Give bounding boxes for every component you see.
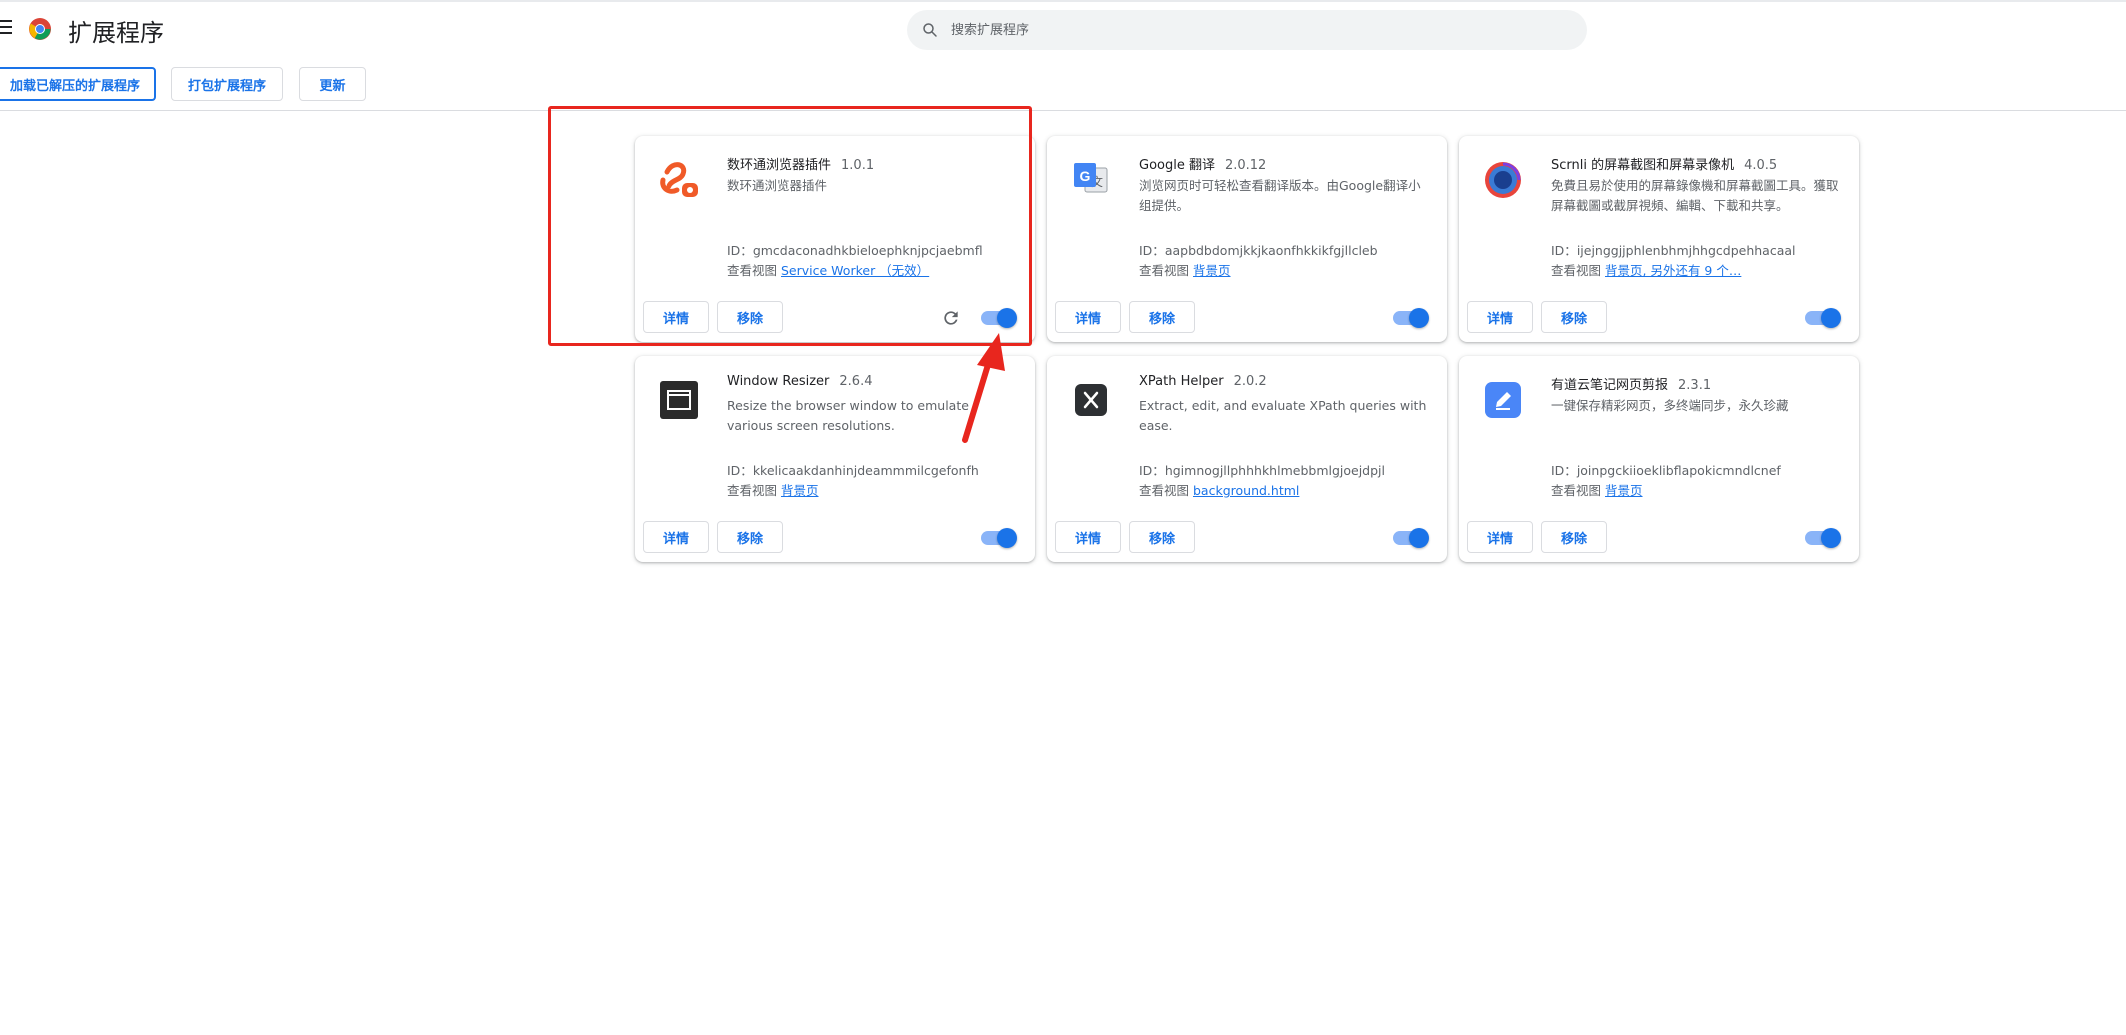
extension-description: Extract, edit, and evaluate XPath querie… bbox=[1139, 398, 1427, 433]
extension-description: 数环通浏览器插件 bbox=[727, 178, 828, 193]
youdao-note-icon bbox=[1481, 378, 1525, 422]
view-label: 查看视图 bbox=[727, 483, 778, 498]
shuhuantong-icon bbox=[657, 158, 701, 202]
details-button[interactable]: 详情 bbox=[1467, 521, 1533, 553]
view-label: 查看视图 bbox=[1551, 263, 1602, 278]
extension-version: 2.0.12 bbox=[1224, 158, 1267, 173]
extension-id: joinpgckiioeklibflapokicmndlcnef bbox=[1576, 463, 1781, 478]
id-label: ID： bbox=[727, 243, 753, 258]
extension-version: 2.3.1 bbox=[1678, 378, 1712, 393]
extension-card: XPath Helper 2.0.2 Extract, edit, and eva… bbox=[1047, 356, 1447, 562]
id-label: ID： bbox=[1551, 463, 1577, 478]
details-button[interactable]: 详情 bbox=[1467, 301, 1533, 333]
extension-card: 有道云笔记网页剪报 2.3.1 一键保存精彩网页，多终端同步，永久珍藏 ID：jo… bbox=[1459, 356, 1859, 562]
extension-card: 数环通浏览器插件 1.0.1 数环通浏览器插件 ID：gmcdaconadhkbi… bbox=[635, 136, 1035, 342]
extension-description: 免費且易於使用的屏幕錄像機和屏幕截圖工具。獲取屏幕截圖或截屏視頻、編輯、下載和共… bbox=[1551, 178, 1839, 213]
view-label: 查看视图 bbox=[1551, 483, 1602, 498]
extension-id: hgimnogjllphhhkhlmebbmlgjoejdpjl bbox=[1164, 463, 1385, 478]
remove-button[interactable]: 移除 bbox=[1541, 521, 1607, 553]
google-translate-icon: 文 G bbox=[1069, 158, 1113, 202]
extension-version: 2.0.2 bbox=[1233, 374, 1267, 389]
extension-name: Window Resizer bbox=[727, 374, 830, 389]
extension-id: ijejnggjjphlenbhmjhhgcdpehhacaal bbox=[1576, 243, 1796, 258]
extension-version: 4.0.5 bbox=[1744, 158, 1778, 173]
extension-name: Scrnli 的屏幕截图和屏幕录像机 bbox=[1551, 158, 1735, 173]
extension-id: aapbdbdomjkkjkaonfhkkikfgjllcleb bbox=[1164, 243, 1378, 258]
id-label: ID： bbox=[1551, 243, 1577, 258]
pack-extension-button[interactable]: 打包扩展程序 bbox=[171, 67, 283, 101]
extension-name: XPath Helper bbox=[1139, 374, 1224, 389]
remove-button[interactable]: 移除 bbox=[1541, 301, 1607, 333]
reload-icon[interactable] bbox=[941, 308, 961, 328]
id-label: ID： bbox=[1139, 243, 1165, 258]
id-label: ID： bbox=[1139, 463, 1165, 478]
details-button[interactable]: 详情 bbox=[1055, 301, 1121, 333]
details-button[interactable]: 详情 bbox=[1055, 521, 1121, 553]
inspect-view-link[interactable]: 背景页 bbox=[1605, 483, 1643, 498]
extension-version: 1.0.1 bbox=[841, 158, 875, 173]
remove-button[interactable]: 移除 bbox=[1129, 521, 1195, 553]
hamburger-menu-icon[interactable] bbox=[0, 20, 14, 36]
toolbar-divider bbox=[0, 110, 2126, 111]
enable-toggle[interactable] bbox=[1805, 528, 1841, 548]
view-label: 查看视图 bbox=[1139, 263, 1190, 278]
extension-name: 数环通浏览器插件 bbox=[727, 158, 832, 173]
enable-toggle[interactable] bbox=[981, 528, 1017, 548]
search-box[interactable] bbox=[907, 10, 1587, 50]
extension-card: Scrnli 的屏幕截图和屏幕录像机 4.0.5 免費且易於使用的屏幕錄像機和屏幕… bbox=[1459, 136, 1859, 342]
inspect-view-link[interactable]: Service Worker （无效） bbox=[781, 263, 929, 278]
load-unpacked-button[interactable]: 加载已解压的扩展程序 bbox=[0, 67, 156, 101]
window-resizer-icon bbox=[657, 378, 701, 422]
search-icon bbox=[923, 23, 937, 37]
extension-card: Window Resizer 2.6.4 Resize the browser w… bbox=[635, 356, 1035, 562]
search-input[interactable] bbox=[951, 10, 1551, 50]
view-label: 查看视图 bbox=[727, 263, 778, 278]
id-label: ID： bbox=[727, 463, 753, 478]
details-button[interactable]: 详情 bbox=[643, 301, 709, 333]
view-label: 查看视图 bbox=[1139, 483, 1190, 498]
extension-description: 浏览网页时可轻松查看翻译版本。由Google翻译小组提供。 bbox=[1139, 178, 1421, 213]
inspect-view-link[interactable]: 背景页 bbox=[1193, 263, 1231, 278]
svg-text:G: G bbox=[1080, 168, 1091, 184]
inspect-view-link[interactable]: 背景页 bbox=[781, 483, 819, 498]
remove-button[interactable]: 移除 bbox=[1129, 301, 1195, 333]
remove-button[interactable]: 移除 bbox=[717, 301, 783, 333]
extension-id: gmcdaconadhkbieloephknjpcjaebmfl bbox=[752, 243, 983, 258]
remove-button[interactable]: 移除 bbox=[717, 521, 783, 553]
details-button[interactable]: 详情 bbox=[643, 521, 709, 553]
inspect-view-link[interactable]: background.html bbox=[1193, 483, 1299, 498]
enable-toggle[interactable] bbox=[1805, 308, 1841, 328]
extension-name: 有道云笔记网页剪报 bbox=[1551, 378, 1669, 393]
enable-toggle[interactable] bbox=[981, 308, 1017, 328]
extension-name: Google 翻译 bbox=[1139, 158, 1215, 173]
xpath-helper-icon bbox=[1069, 378, 1113, 422]
enable-toggle[interactable] bbox=[1393, 528, 1429, 548]
extension-id: kkelicaakdanhinjdeammmilcgefonfh bbox=[752, 463, 979, 478]
extension-description: 一键保存精彩网页，多终端同步，永久珍藏 bbox=[1551, 398, 1789, 413]
header: 扩展程序 bbox=[0, 0, 2126, 58]
update-button[interactable]: 更新 bbox=[299, 67, 366, 101]
extension-description: Resize the browser window to emulate var… bbox=[727, 398, 969, 433]
enable-toggle[interactable] bbox=[1393, 308, 1429, 328]
extension-version: 2.6.4 bbox=[839, 374, 873, 389]
extension-card: 文 G Google 翻译 2.0.12 浏览网页时可轻松查看翻译版本。由Goog… bbox=[1047, 136, 1447, 342]
inspect-view-link[interactable]: 背景页, 另外还有 9 个… bbox=[1605, 263, 1741, 278]
chrome-logo-icon bbox=[29, 18, 51, 40]
page-title: 扩展程序 bbox=[68, 19, 164, 47]
scrnli-icon bbox=[1481, 158, 1525, 202]
